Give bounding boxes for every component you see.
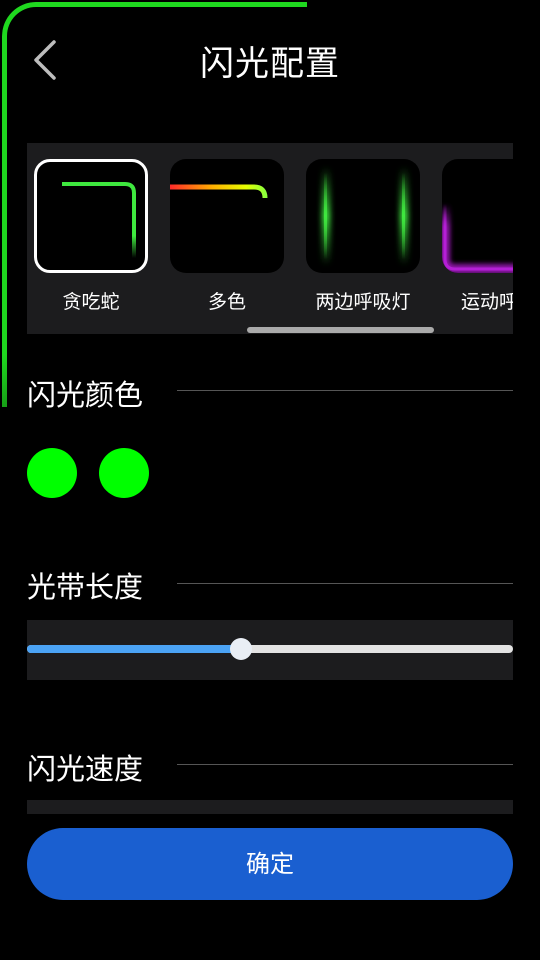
color-swatch[interactable] bbox=[99, 448, 149, 498]
section-divider bbox=[177, 390, 513, 391]
effect-item-side-breathing[interactable]: 两边呼吸灯 bbox=[304, 159, 422, 314]
effect-item-motion-breathing[interactable]: 运动呼吸 bbox=[440, 159, 513, 314]
effect-label: 运动呼吸 bbox=[460, 291, 513, 313]
slider-thumb[interactable] bbox=[230, 638, 252, 660]
band-length-title: 光带长度 bbox=[27, 570, 144, 604]
effect-label: 贪吃蛇 bbox=[62, 291, 120, 313]
effect-item-multicolor[interactable]: 多色 bbox=[168, 159, 286, 314]
flash-speed-title: 闪光速度 bbox=[27, 752, 144, 786]
effect-label: 两边呼吸灯 bbox=[315, 291, 411, 313]
snake-effect-preview bbox=[34, 159, 148, 273]
side-breathing-effect-preview bbox=[306, 159, 420, 273]
flash-color-title: 闪光颜色 bbox=[27, 378, 144, 412]
section-divider bbox=[177, 764, 513, 765]
slider-fill bbox=[27, 645, 241, 653]
page-title: 闪光配置 bbox=[200, 44, 340, 84]
band-length-slider-panel bbox=[27, 620, 513, 680]
motion-breathing-effect-preview bbox=[442, 159, 513, 273]
color-swatch[interactable] bbox=[27, 448, 77, 498]
band-length-slider[interactable] bbox=[27, 638, 513, 660]
effect-selector[interactable]: 贪吃蛇 多色 两边呼吸灯 运动呼 bbox=[27, 143, 513, 334]
flash-speed-slider-panel bbox=[27, 800, 513, 814]
confirm-button[interactable]: 确定 bbox=[27, 828, 513, 900]
multicolor-effect-preview bbox=[170, 159, 284, 273]
effect-label: 多色 bbox=[207, 291, 246, 313]
effects-scrollbar[interactable] bbox=[247, 327, 434, 333]
effect-item-snake[interactable]: 贪吃蛇 bbox=[32, 159, 150, 314]
section-divider bbox=[177, 583, 513, 584]
